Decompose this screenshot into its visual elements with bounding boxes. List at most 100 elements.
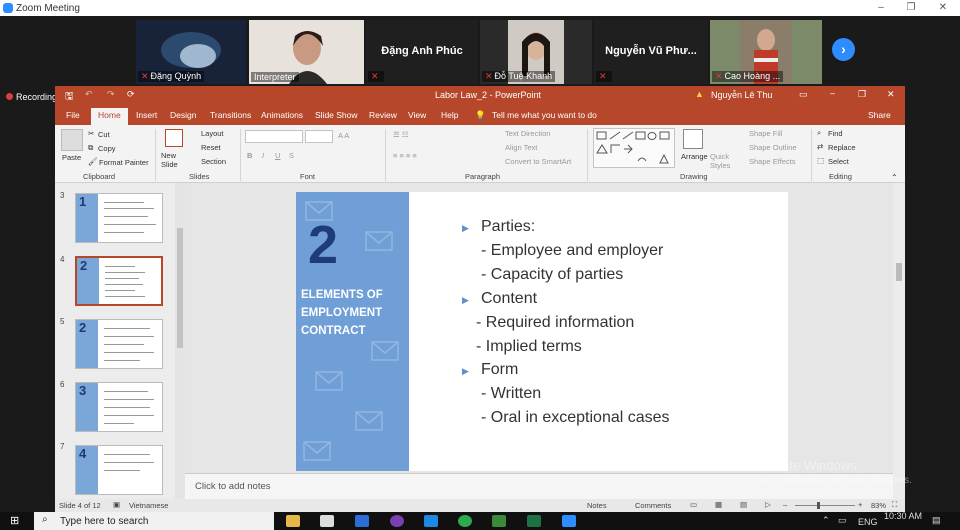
section-button[interactable]: Section <box>201 157 226 166</box>
clock[interactable]: 10:30 AM <box>884 511 922 521</box>
zalo-icon[interactable] <box>424 515 438 527</box>
start-from-beginning-icon[interactable]: ⟳ <box>127 89 135 100</box>
font-size-select[interactable] <box>305 130 333 143</box>
collapse-ribbon-icon[interactable]: ⌃ <box>891 173 898 182</box>
close-button[interactable]: ✕ <box>928 0 958 16</box>
tab-design[interactable]: Design <box>170 110 196 120</box>
undo-icon[interactable]: ↶ <box>85 89 93 100</box>
normal-view-icon[interactable]: ▭ <box>690 500 697 509</box>
tab-view[interactable]: View <box>408 110 426 120</box>
slide-thumbnail[interactable]: 2 <box>75 319 163 369</box>
media-icon[interactable] <box>390 515 404 527</box>
tab-slide-show[interactable]: Slide Show <box>315 110 358 120</box>
zoom-level[interactable]: 83% <box>871 501 886 510</box>
zoom-out-button[interactable]: – <box>783 500 787 509</box>
slide-thumbnail-selected[interactable]: 2 <box>75 256 163 306</box>
user-name[interactable]: Nguyễn Lê Thu <box>711 90 772 100</box>
taskbar-search[interactable]: ⌕ Type here to search <box>34 512 274 530</box>
shapes-gallery[interactable] <box>593 128 675 168</box>
mail-icon[interactable] <box>355 515 369 527</box>
slide-thumbnail[interactable]: 4 <box>75 445 163 495</box>
tab-transitions[interactable]: Transitions <box>210 110 251 120</box>
align-text-button[interactable]: Align Text <box>505 143 537 152</box>
tab-home[interactable]: Home <box>91 108 128 125</box>
participant-tile[interactable]: Đặng Anh Phúc ✕ <box>366 20 478 84</box>
notifications-icon[interactable]: ▤ <box>932 515 941 526</box>
paste-button[interactable]: Paste <box>62 153 81 162</box>
editor-scrollbar[interactable] <box>893 183 905 499</box>
recording-indicator[interactable]: Recording <box>6 92 57 102</box>
next-page-button[interactable]: › <box>832 38 855 61</box>
bullets-icon[interactable]: ☰ ☷ <box>393 130 409 139</box>
tab-review[interactable]: Review <box>369 110 397 120</box>
share-button[interactable]: Share <box>868 110 891 120</box>
tell-me-box[interactable]: Tell me what you want to do <box>492 110 597 120</box>
font-family-select[interactable] <box>245 130 303 143</box>
convert-smartart-button[interactable]: Convert to SmartArt <box>505 157 571 166</box>
layout-button[interactable]: Layout <box>201 129 224 138</box>
redo-icon[interactable]: ↷ <box>107 89 115 100</box>
slide-thumbnail[interactable]: 3 <box>75 382 163 432</box>
format-painter-button[interactable]: Format Painter <box>99 158 149 167</box>
bold-button[interactable]: B <box>247 151 252 160</box>
minimize-button[interactable]: – <box>866 0 896 16</box>
excel-icon[interactable] <box>527 515 541 527</box>
text-direction-button[interactable]: Text Direction <box>505 129 550 138</box>
paste-icon[interactable] <box>61 129 83 151</box>
reading-view-icon[interactable]: ▤ <box>740 500 747 509</box>
scroll-thumb[interactable] <box>896 263 902 281</box>
slideshow-icon[interactable]: ▷ <box>765 500 771 509</box>
underline-button[interactable]: U <box>275 151 280 160</box>
fit-slide-icon[interactable]: ⛶ <box>892 500 897 510</box>
scroll-thumb[interactable] <box>177 228 183 348</box>
reset-button[interactable]: Reset <box>201 143 221 152</box>
copy-button[interactable]: Copy <box>98 144 116 153</box>
zoom-in-button[interactable]: + <box>858 500 862 509</box>
comments-button[interactable]: Comments <box>635 501 671 510</box>
close-button[interactable]: ✕ <box>887 89 895 100</box>
chevron-up-icon[interactable]: ⌃ <box>822 515 830 526</box>
network-icon[interactable]: ▭ <box>838 515 847 526</box>
shape-fill-button[interactable]: Shape Fill <box>749 129 782 138</box>
italic-button[interactable]: I <box>262 151 264 160</box>
quick-styles-button[interactable]: Quick Styles <box>710 152 738 170</box>
participant-tile[interactable]: ✕ Đỗ Tuệ Khanh <box>480 20 592 84</box>
slide-thumbnail[interactable]: 1 <box>75 193 163 243</box>
replace-button[interactable]: Replace <box>828 143 856 152</box>
tab-animations[interactable]: Animations <box>261 110 303 120</box>
tab-help[interactable]: Help <box>441 110 458 120</box>
shape-effects-button[interactable]: Shape Effects <box>749 157 796 166</box>
strikethrough-button[interactable]: S <box>289 151 294 160</box>
align-icons[interactable]: ≡ ≡ ≡ ≡ <box>393 151 417 160</box>
restore-button[interactable]: ❐ <box>858 89 866 100</box>
minimize-button[interactable]: – <box>830 88 835 98</box>
edge-icon[interactable] <box>458 515 472 527</box>
save-icon[interactable]: 🖫 <box>65 89 74 106</box>
select-button[interactable]: Select <box>828 157 849 166</box>
restore-button[interactable]: ❐ <box>896 0 926 16</box>
notes-button[interactable]: Notes <box>587 501 607 510</box>
participant-tile[interactable]: ✕ Đặng Quỳnh <box>136 20 246 84</box>
participant-tile[interactable]: Interpreter <box>249 20 364 84</box>
participant-tile[interactable]: Nguyễn Vũ Phư... ✕ <box>594 20 708 84</box>
language-indicator[interactable]: Vietnamese <box>129 501 168 510</box>
tab-file[interactable]: File <box>66 110 80 120</box>
windows-start-icon[interactable]: ⊞ <box>10 514 19 527</box>
app-icon[interactable] <box>492 515 506 527</box>
language-indicator[interactable]: ENG <box>858 517 878 527</box>
cut-button[interactable]: Cut <box>98 130 110 139</box>
new-slide-icon[interactable] <box>165 129 183 147</box>
slide-sorter-icon[interactable]: ▦ <box>715 500 722 509</box>
font-grow-shrink-buttons[interactable]: A A <box>338 131 349 140</box>
file-explorer-icon[interactable] <box>286 515 300 527</box>
thumbnail-scrollbar[interactable] <box>175 183 185 499</box>
new-slide-button[interactable]: New Slide <box>161 151 191 169</box>
spellcheck-icon[interactable]: ▣ <box>113 500 120 509</box>
store-icon[interactable] <box>320 515 334 527</box>
shape-outline-button[interactable]: Shape Outline <box>749 143 797 152</box>
tab-insert[interactable]: Insert <box>136 110 157 120</box>
zoom-slider[interactable] <box>795 502 855 509</box>
participant-tile[interactable]: ✕ Cao Hoàng ... <box>710 20 822 84</box>
ribbon-display-icon[interactable]: ▭ <box>799 89 808 100</box>
zoom-icon[interactable] <box>562 515 576 527</box>
